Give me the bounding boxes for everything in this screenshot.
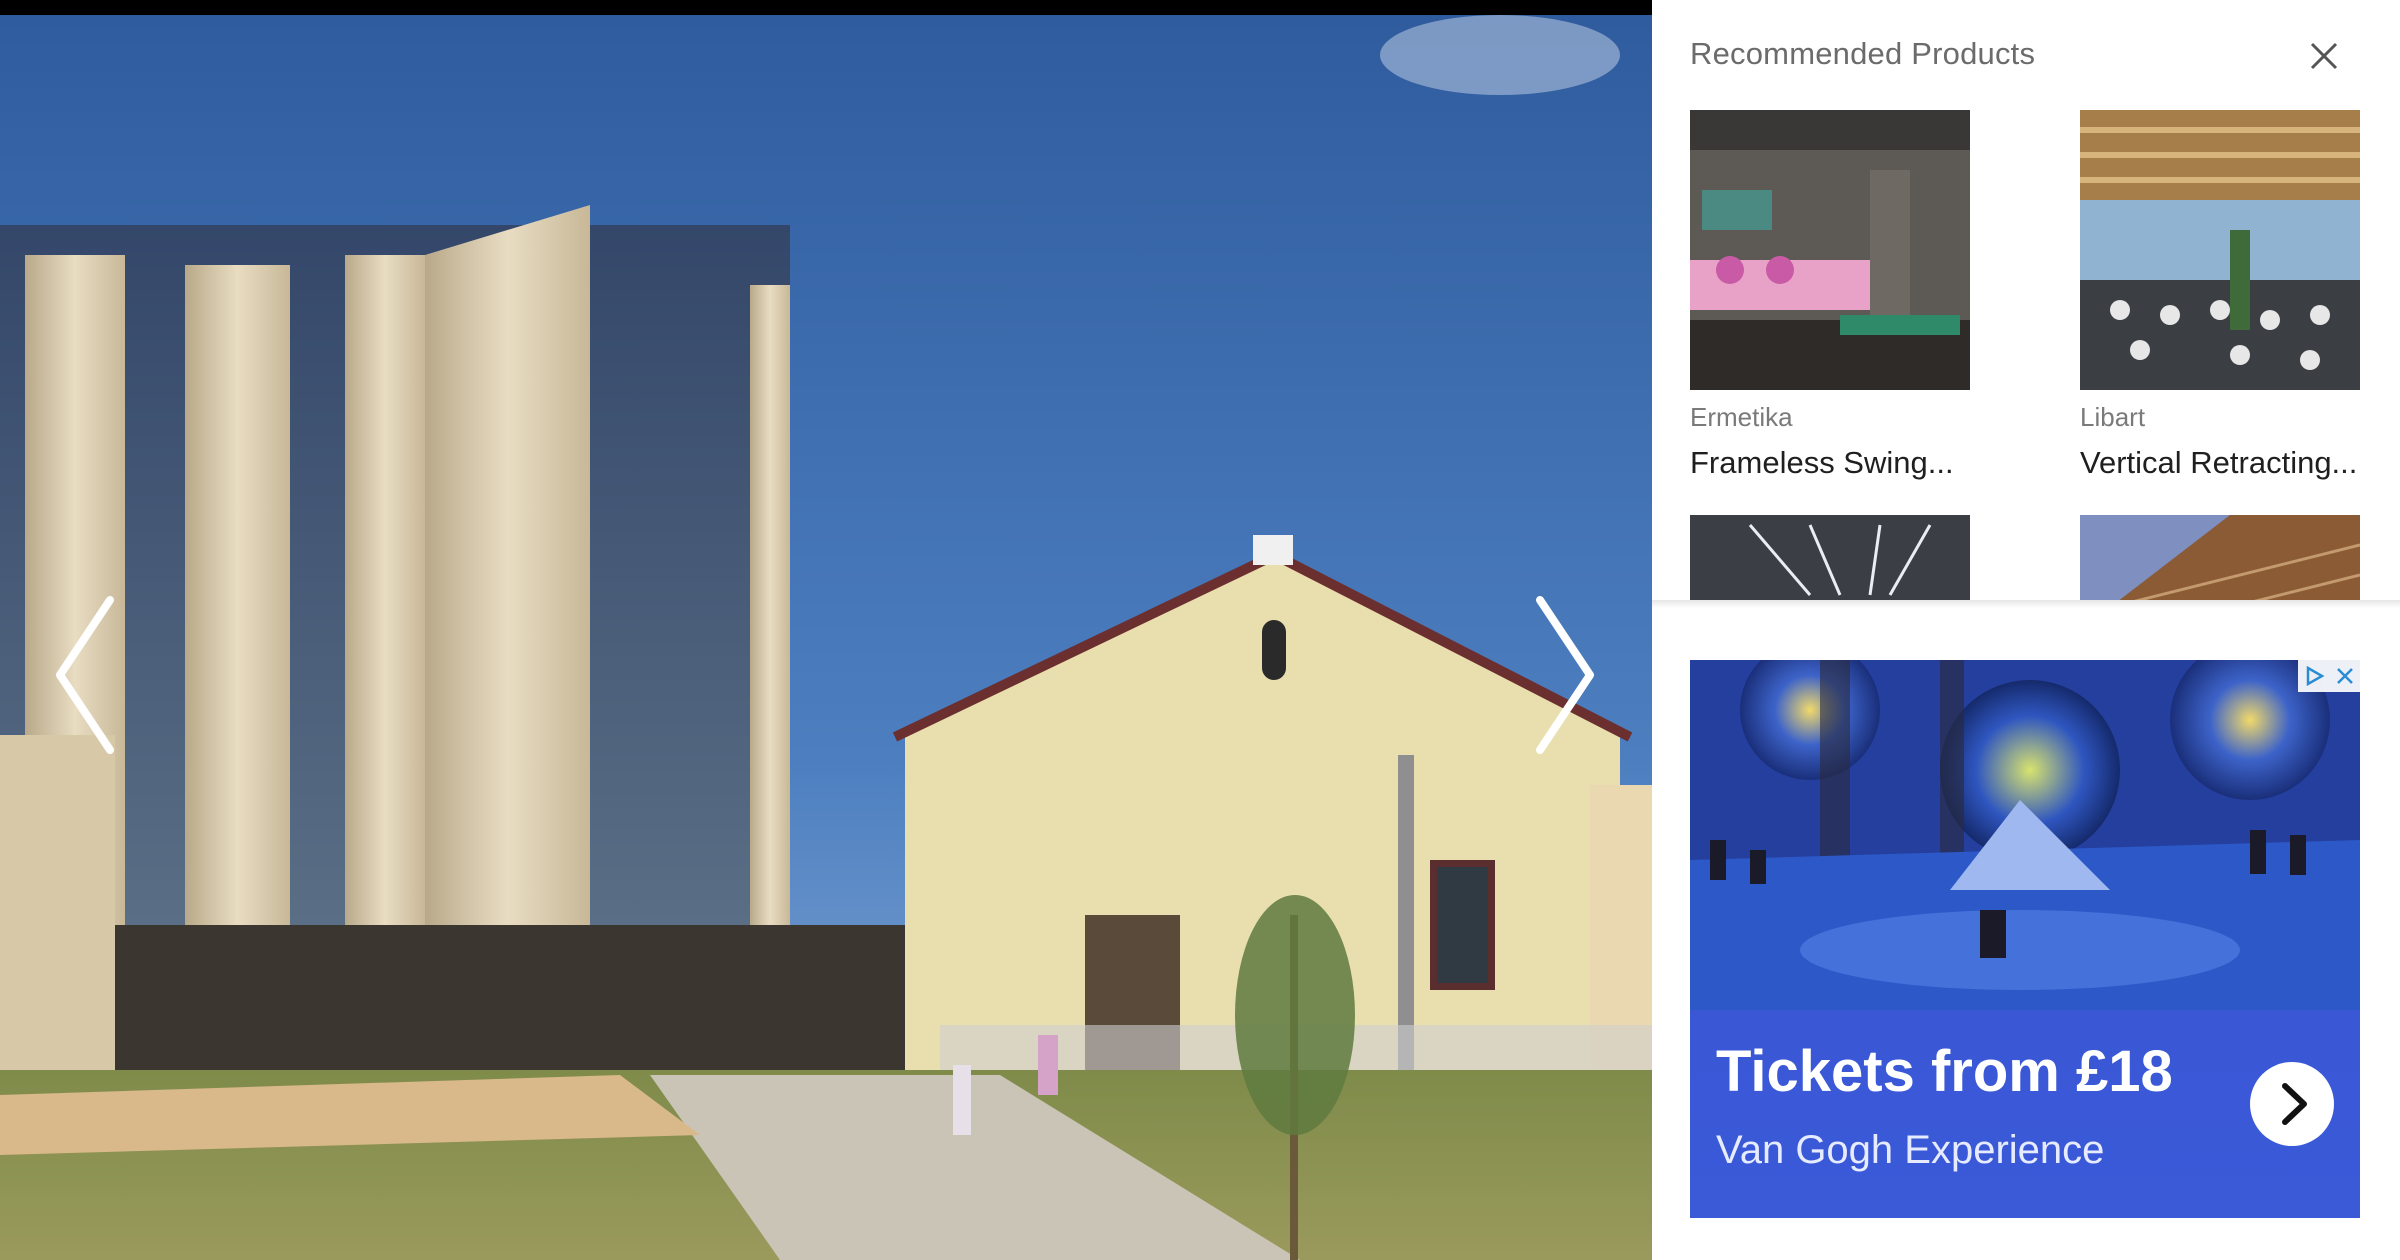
gallery-photo — [0, 15, 1652, 1260]
ad-banner[interactable]: Tickets from £18 Van Gogh Experience — [1690, 1010, 2360, 1218]
product-thumbnail[interactable] — [2080, 110, 2360, 390]
product-card[interactable]: Ermetika Frameless Swing... — [1690, 110, 1972, 481]
product-thumbnail[interactable] — [1690, 110, 1970, 390]
product-card[interactable] — [1690, 515, 1972, 602]
gallery-next-button[interactable] — [1525, 590, 1605, 760]
product-card[interactable]: Libart Vertical Retracting... — [2080, 110, 2362, 481]
ad-go-button[interactable] — [2250, 1062, 2334, 1146]
product-name[interactable]: Frameless Swing... — [1690, 445, 1972, 481]
product-brand: Ermetika — [1690, 402, 1793, 432]
chevron-right-icon — [2282, 1083, 2307, 1125]
product-name[interactable]: Vertical Retracting... — [2080, 445, 2362, 481]
image-gallery — [0, 0, 1652, 1260]
close-icon — [2310, 42, 2338, 70]
chevron-left-icon — [56, 596, 114, 754]
product-thumbnail[interactable] — [2080, 515, 2360, 602]
ad-image[interactable] — [1690, 660, 2360, 1010]
product-thumbnail[interactable] — [1690, 515, 1970, 602]
chevron-right-icon — [1536, 596, 1594, 754]
recommended-sidebar: Recommended Products Ermetika Frameless … — [1652, 0, 2400, 1260]
product-grid: Ermetika Frameless Swing... Libart Verti… — [1652, 100, 2400, 602]
close-icon[interactable] — [2333, 664, 2357, 688]
product-card[interactable] — [2080, 515, 2362, 602]
product-brand: Libart — [2080, 402, 2146, 432]
advertisement[interactable]: Tickets from £18 Van Gogh Experience — [1690, 660, 2360, 1218]
panel-title: Recommended Products — [1690, 36, 2036, 71]
section-divider — [1652, 600, 2400, 608]
close-button[interactable] — [2304, 36, 2344, 76]
ad-headline[interactable]: Tickets from £18 — [1716, 1038, 2173, 1105]
adchoices-icon[interactable] — [2302, 664, 2326, 688]
ad-choices[interactable] — [2298, 660, 2360, 692]
gallery-prev-button[interactable] — [45, 590, 125, 760]
ad-subline[interactable]: Van Gogh Experience — [1716, 1128, 2104, 1173]
